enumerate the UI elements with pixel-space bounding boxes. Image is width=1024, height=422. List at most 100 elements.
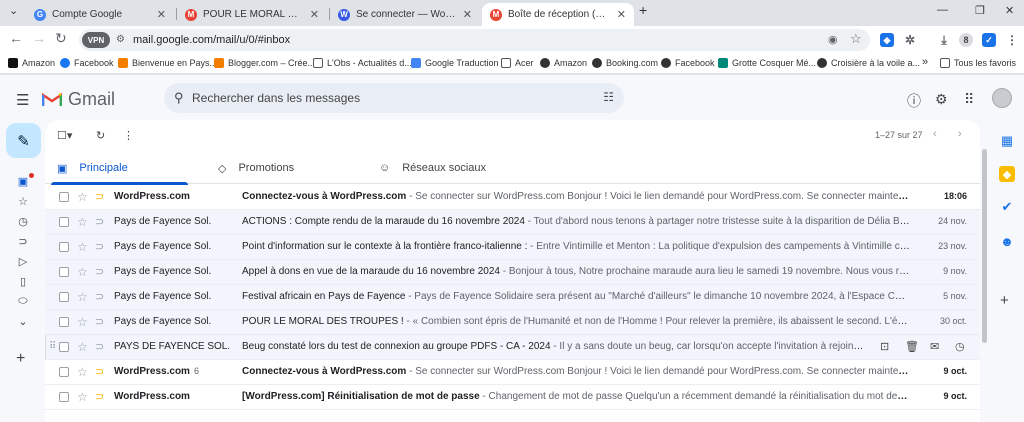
select-all-checkbox[interactable]: ☐▾ bbox=[57, 129, 72, 142]
archive-icon[interactable]: ⊡ bbox=[880, 340, 889, 353]
puzzle-extensions-icon[interactable]: ✲ bbox=[903, 33, 917, 47]
more-bookmarks-chevron[interactable]: » bbox=[922, 56, 928, 68]
bookmark-facebook[interactable]: Facebook bbox=[60, 58, 114, 68]
inbox-scrollbar-thumb[interactable] bbox=[982, 149, 987, 343]
table-row[interactable]: ☆ ⊃ WordPress.com Connectez-vous à WordPres… bbox=[45, 185, 980, 210]
importance-marker-icon[interactable]: ⊃ bbox=[95, 215, 104, 228]
row-checkbox[interactable] bbox=[59, 317, 69, 327]
bookmark-bienvenue[interactable]: Bienvenue en Pays... bbox=[118, 58, 217, 68]
snooze-clock-icon[interactable]: ◷ bbox=[955, 340, 965, 353]
table-row[interactable]: ☆ ⊃ Pays de Fayence Sol. Festival africain … bbox=[45, 285, 980, 310]
star-icon[interactable]: ☆ bbox=[77, 340, 88, 354]
search-bar[interactable]: ⚲ Rechercher dans les messages ☷ bbox=[164, 83, 624, 113]
row-checkbox[interactable] bbox=[59, 342, 69, 352]
row-checkbox[interactable] bbox=[59, 192, 69, 202]
security-shield-icon[interactable]: ✓ bbox=[982, 33, 996, 47]
bookmark-lobs[interactable]: L'Obs - Actualités d... bbox=[313, 58, 412, 68]
create-label-plus-icon[interactable]: + bbox=[16, 350, 25, 368]
keep-icon[interactable]: ◆ bbox=[999, 166, 1015, 182]
bookmark-amazon[interactable]: Amazon bbox=[8, 58, 55, 68]
delete-trash-icon[interactable]: 🗑 bbox=[905, 340, 919, 353]
table-row[interactable]: ☆ ⊃ WordPress.com 6 Connectez-vous à WordPre… bbox=[45, 360, 980, 385]
bookmark-acer[interactable]: Acer bbox=[501, 58, 534, 68]
help-icon[interactable]: ⓘ bbox=[907, 91, 921, 111]
compose-button[interactable]: ✎ bbox=[6, 123, 41, 158]
browser-tab-compte-google[interactable]: G Compte Google ✕ bbox=[26, 3, 174, 26]
all-bookmarks[interactable]: Tous les favoris bbox=[940, 58, 1016, 68]
table-row[interactable]: ⠿ ☆ ⊃ PAYS DE FAYENCE SOL. Beug constaté lor… bbox=[45, 335, 980, 360]
row-checkbox[interactable] bbox=[59, 292, 69, 302]
browser-tab-moral-troupes[interactable]: M POUR LE MORAL DES TROUPES ✕ bbox=[177, 3, 327, 26]
bookmark-amazon-2[interactable]: Amazon bbox=[540, 58, 587, 68]
tab-reseaux-sociaux[interactable]: ☺ Réseaux sociaux bbox=[379, 152, 486, 184]
star-icon[interactable]: ☆ bbox=[77, 315, 88, 329]
avatar[interactable] bbox=[992, 88, 1012, 108]
importance-marker-icon[interactable]: ⊃ bbox=[95, 340, 104, 353]
table-row[interactable]: ☆ ⊃ Pays de Fayence Sol. POUR LE MORAL DES … bbox=[45, 310, 980, 335]
table-row[interactable]: ☆ ⊃ Pays de Fayence Sol. Point d'informatio… bbox=[45, 235, 980, 260]
site-controls-icon[interactable]: ⚙ bbox=[116, 34, 125, 45]
restore-window-icon[interactable]: ❐ bbox=[975, 4, 985, 17]
importance-marker-icon[interactable]: ⊃ bbox=[95, 290, 104, 303]
star-icon[interactable]: ☆ bbox=[77, 365, 88, 379]
table-row[interactable]: ☆ ⊃ Pays de Fayence Sol. ACTIONS : Compte r… bbox=[45, 210, 980, 235]
contacts-icon[interactable]: ☻ bbox=[999, 233, 1015, 249]
star-icon[interactable]: ☆ bbox=[77, 215, 88, 229]
bookmark-facebook-2[interactable]: Facebook bbox=[661, 58, 715, 68]
close-tab-icon[interactable]: ✕ bbox=[157, 8, 166, 21]
row-checkbox[interactable] bbox=[59, 217, 69, 227]
tasks-icon[interactable]: ✔ bbox=[999, 199, 1015, 215]
next-page-chevron-icon[interactable]: › bbox=[958, 128, 962, 140]
more-chevron-down-icon[interactable]: ⌄ bbox=[14, 315, 32, 328]
apps-grid-icon[interactable]: ⠿ bbox=[964, 91, 974, 108]
label-icon[interactable]: ⬭ bbox=[14, 295, 32, 308]
row-checkbox[interactable] bbox=[59, 392, 69, 402]
kebab-menu-icon[interactable]: ⋮ bbox=[1005, 33, 1019, 47]
profile-icon[interactable]: 8 bbox=[959, 33, 973, 47]
search-icon[interactable]: ⚲ bbox=[174, 90, 184, 106]
new-tab-plus-icon[interactable]: + bbox=[639, 2, 647, 18]
bookmark-booking[interactable]: Booking.com bbox=[592, 58, 658, 68]
importance-marker-icon[interactable]: ⊃ bbox=[95, 190, 104, 203]
bookmark-croisiere[interactable]: Croisière à la voile a... bbox=[817, 58, 920, 68]
star-icon[interactable]: ☆ bbox=[77, 390, 88, 404]
more-actions-icon[interactable]: ⋮ bbox=[123, 129, 134, 142]
eye-icon[interactable]: ◉ bbox=[828, 33, 838, 46]
tab-principale[interactable]: ▣ Principale bbox=[51, 152, 188, 185]
bookmark-grotte-cosquer[interactable]: Grotte Cosquer Mé... bbox=[718, 58, 816, 68]
drafts-icon[interactable]: ▯ bbox=[14, 275, 32, 288]
row-checkbox[interactable] bbox=[59, 242, 69, 252]
browser-tab-gmail-inbox[interactable]: M Boîte de réception (14) - b.louis ✕ bbox=[482, 3, 634, 26]
star-icon[interactable]: ☆ bbox=[77, 240, 88, 254]
bookmark-google-traduction[interactable]: Google Traduction bbox=[411, 58, 499, 68]
importance-marker-icon[interactable]: ⊃ bbox=[95, 315, 104, 328]
importance-marker-icon[interactable]: ⊃ bbox=[95, 390, 104, 403]
prev-page-chevron-icon[interactable]: ‹ bbox=[933, 128, 937, 140]
gmail-logo[interactable]: Gmail bbox=[42, 89, 115, 110]
url-text[interactable]: mail.google.com/mail/u/0/#inbox bbox=[133, 34, 290, 46]
calendar-icon[interactable]: ▦ bbox=[999, 133, 1015, 149]
tab-promotions[interactable]: ◇ Promotions bbox=[218, 152, 294, 184]
close-tab-icon[interactable]: ✕ bbox=[617, 8, 626, 21]
forward-arrow-icon[interactable]: → bbox=[32, 30, 46, 46]
back-arrow-icon[interactable]: ← bbox=[9, 30, 23, 46]
mark-read-envelope-icon[interactable]: ✉ bbox=[930, 340, 939, 353]
bookmark-star-icon[interactable]: ☆ bbox=[850, 31, 862, 47]
tab-search-chevron-icon[interactable]: ⌄ bbox=[9, 4, 18, 17]
close-window-icon[interactable]: ✕ bbox=[1005, 4, 1014, 17]
download-icon[interactable]: ⤓ bbox=[937, 33, 951, 47]
importance-marker-icon[interactable]: ⊃ bbox=[95, 265, 104, 278]
search-options-icon[interactable]: ☷ bbox=[603, 90, 614, 104]
star-icon[interactable]: ☆ bbox=[77, 290, 88, 304]
starred-icon[interactable]: ☆ bbox=[14, 195, 32, 208]
star-icon[interactable]: ☆ bbox=[77, 265, 88, 279]
star-icon[interactable]: ☆ bbox=[77, 190, 88, 204]
get-addons-plus-icon[interactable]: + bbox=[1000, 292, 1009, 309]
table-row[interactable]: ☆ ⊃ Pays de Fayence Sol. Appel à dons en vu… bbox=[45, 260, 980, 285]
address-bar[interactable]: VPN ⚙ mail.google.com/mail/u/0/#inbox ◉ … bbox=[79, 29, 870, 51]
table-row[interactable]: ☆ ⊃ WordPress.com [WordPress.com] Réinitial… bbox=[45, 385, 980, 410]
close-tab-icon[interactable]: ✕ bbox=[310, 8, 319, 21]
shield-extension-icon[interactable]: ◆ bbox=[880, 33, 894, 47]
row-checkbox[interactable] bbox=[59, 267, 69, 277]
snoozed-clock-icon[interactable]: ◷ bbox=[14, 215, 32, 228]
